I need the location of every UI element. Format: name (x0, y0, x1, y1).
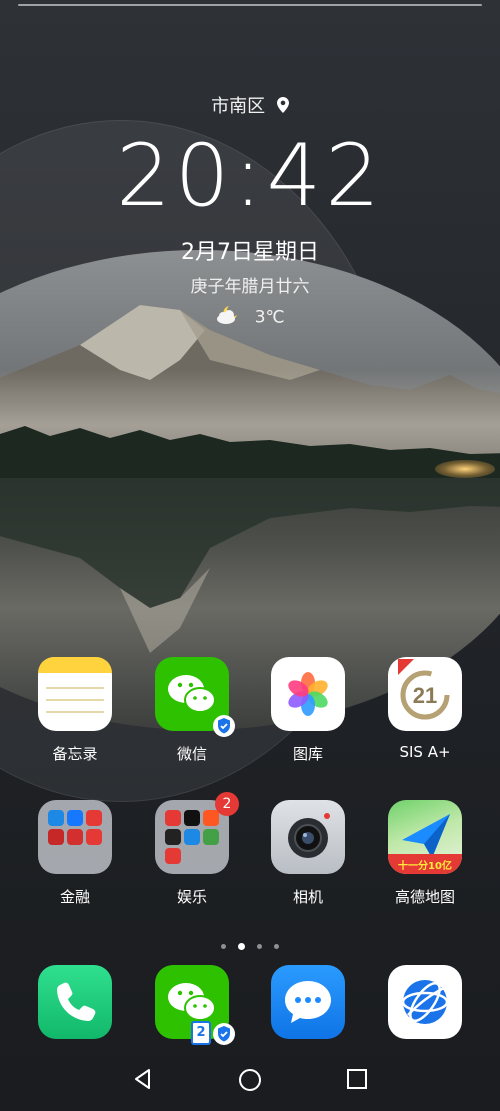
wechat-clone-icon: 2 (155, 965, 235, 1045)
verified-shield-icon (213, 1023, 235, 1045)
page-dot[interactable] (274, 944, 279, 949)
amap-banner-text: 十一分10亿 (398, 861, 452, 872)
app-label: 金融 (59, 888, 90, 906)
dock-wechat-clone[interactable]: 2 (142, 965, 242, 1045)
app-amap[interactable]: 十一分10亿 高德地图 (375, 800, 475, 907)
app-label: 相机 (292, 888, 323, 906)
app-wechat[interactable]: 微信 (142, 657, 242, 764)
app-camera[interactable]: 相机 (258, 800, 358, 907)
app-label: 图库 (292, 745, 323, 763)
page-dot-active[interactable] (238, 943, 245, 950)
wechat-icon (155, 657, 235, 737)
finance-folder-icon (38, 800, 112, 874)
clock-time[interactable]: 20:42 (0, 126, 500, 226)
amap-icon: 十一分10亿 (388, 800, 462, 874)
phone-icon (38, 965, 112, 1039)
location-text: 市南区 (211, 96, 266, 117)
camera-icon (271, 800, 345, 874)
back-icon[interactable] (132, 1068, 154, 1094)
clone-badge: 2 (191, 1021, 211, 1045)
app-label: 备忘录 (52, 745, 98, 763)
notes-icon (38, 657, 112, 731)
app-notes[interactable]: 备忘录 (25, 657, 125, 764)
app-gallery[interactable]: 图库 (258, 657, 358, 764)
location-label: 市南区 (0, 92, 500, 118)
date-label: 2月7日星期日 (181, 240, 319, 265)
app-label: 高德地图 (394, 888, 455, 906)
temperature-text: 3℃ (254, 307, 285, 328)
app-sis[interactable]: 21 SIS A+ (375, 657, 475, 761)
gallery-icon (271, 657, 345, 731)
notification-badge: 2 (215, 792, 239, 816)
dock-phone[interactable] (25, 965, 125, 1039)
app-label: SIS A+ (399, 743, 451, 761)
app-label: 娱乐 (176, 888, 207, 906)
location-pin-icon (276, 96, 289, 118)
verified-shield-icon (213, 715, 235, 737)
dock-messages[interactable] (258, 965, 358, 1039)
home-icon[interactable] (238, 1068, 262, 1096)
lunar-date-label: 庚子年腊月廿六 (190, 277, 310, 297)
dock-browser[interactable] (375, 965, 475, 1039)
weather-widget[interactable]: 3℃ (0, 304, 500, 331)
century21-icon: 21 (388, 657, 462, 731)
messages-icon (271, 965, 345, 1039)
recents-icon[interactable] (346, 1068, 368, 1094)
partly-cloudy-night-icon (215, 304, 243, 331)
folder-entertainment[interactable]: 2 娱乐 (142, 792, 242, 907)
page-dot[interactable] (221, 944, 226, 949)
app-label: 微信 (176, 745, 207, 763)
status-indicator-line (18, 4, 482, 6)
navigation-bar (0, 1068, 500, 1098)
browser-icon (388, 965, 462, 1039)
page-dot[interactable] (257, 944, 262, 949)
entertainment-folder-icon: 2 (155, 792, 239, 874)
svg-text:21: 21 (413, 683, 437, 708)
page-indicator[interactable] (0, 936, 500, 955)
folder-finance[interactable]: 金融 (25, 800, 125, 907)
